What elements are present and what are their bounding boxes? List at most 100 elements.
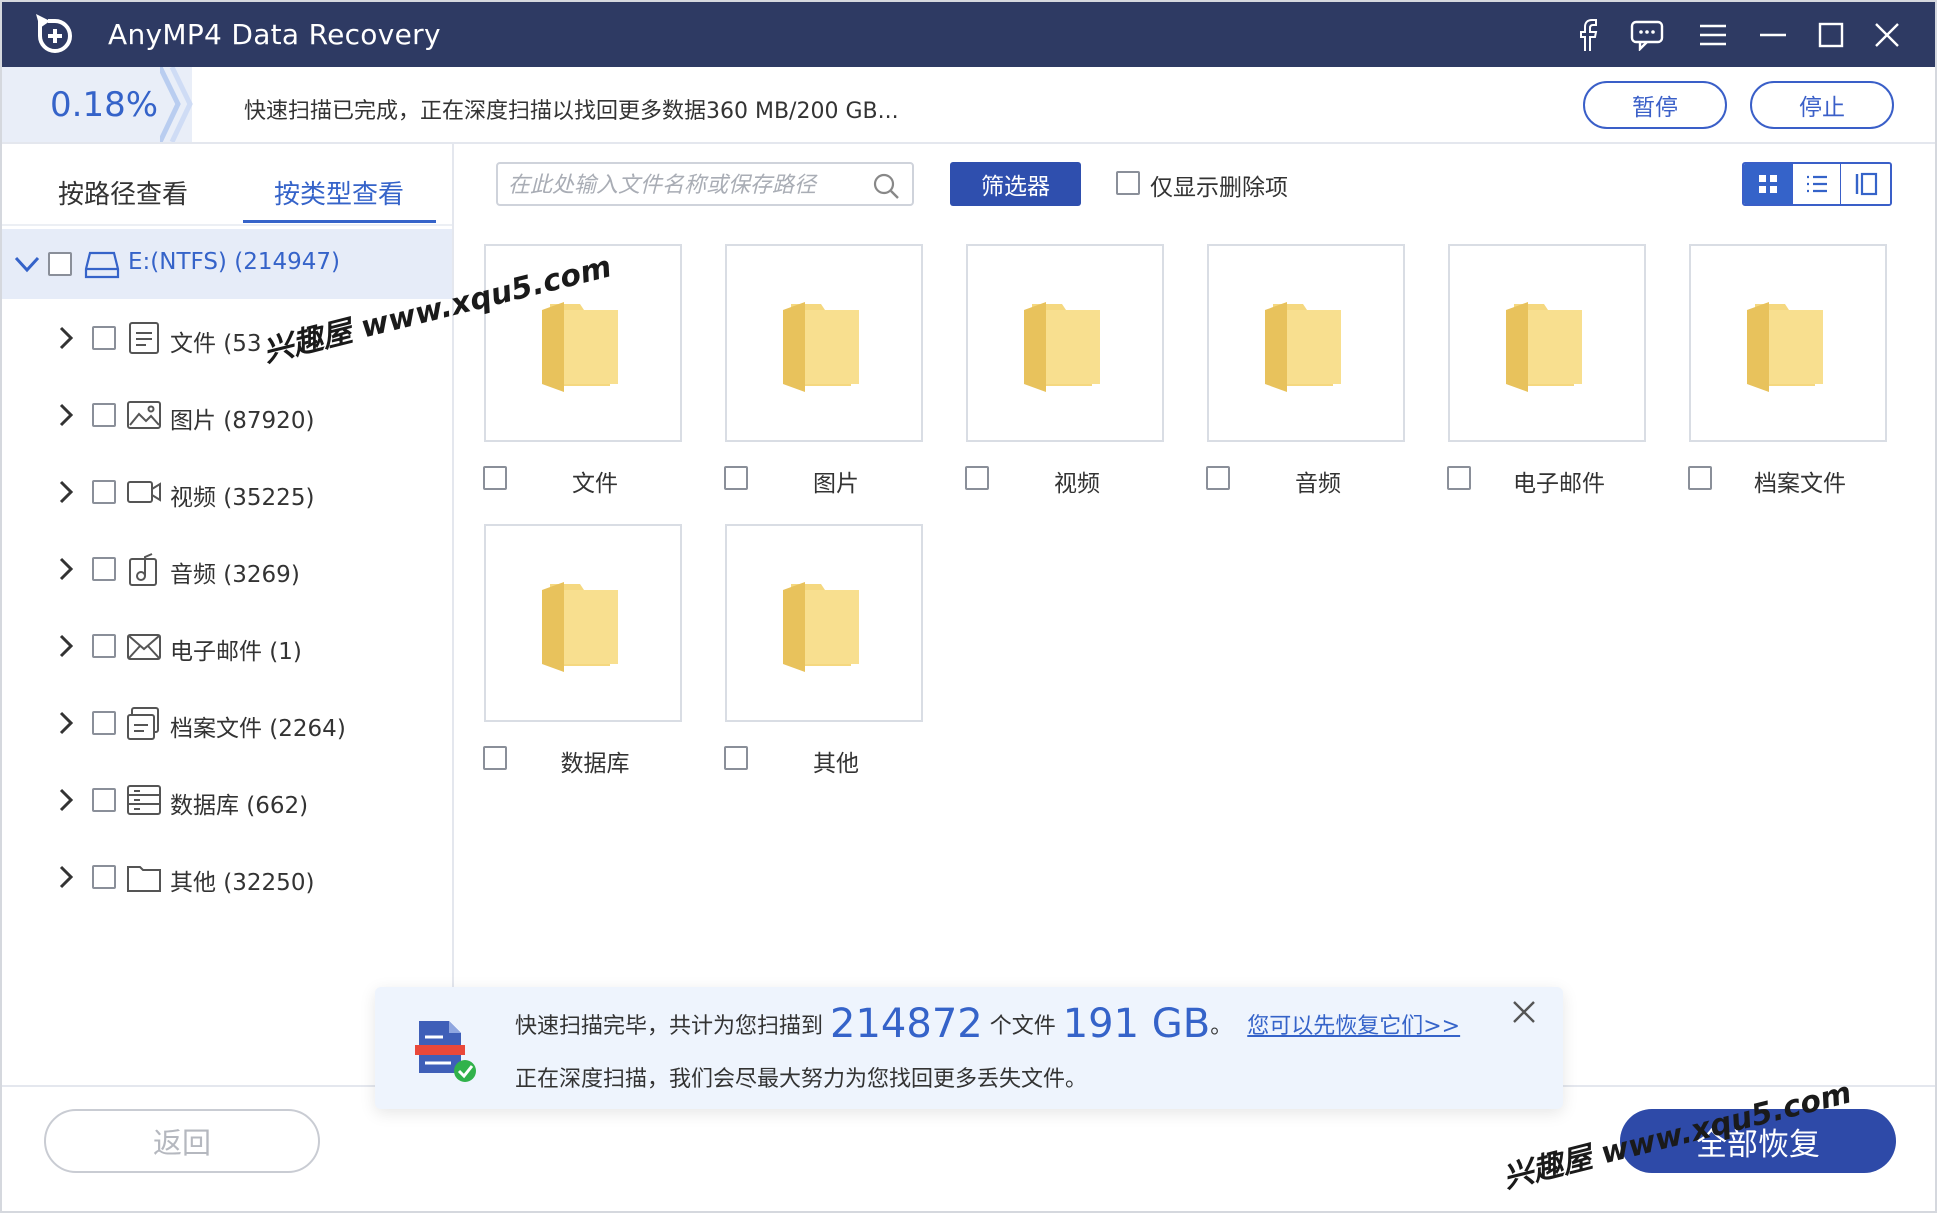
folder-card-archives[interactable]: [1689, 244, 1887, 442]
view-mode-switcher: [1742, 162, 1892, 206]
app-title: AnyMP4 Data Recovery: [108, 18, 441, 51]
folder-icon: [542, 302, 618, 392]
tree-item-email[interactable]: 电子邮件 (1): [2, 616, 452, 676]
folder-checkbox[interactable]: [483, 466, 507, 490]
menu-icon[interactable]: [1694, 16, 1732, 54]
drive-label: E:(NTFS) (214947): [128, 249, 340, 275]
tree-item-database[interactable]: 数据库 (662): [2, 770, 452, 830]
folder-checkbox[interactable]: [1206, 466, 1230, 490]
tree-label: 档案文件 (2264): [170, 716, 346, 742]
document-icon: [129, 322, 159, 354]
chevron-right-icon[interactable]: [56, 711, 76, 735]
feedback-icon[interactable]: [1628, 16, 1666, 54]
drive-row[interactable]: E:(NTFS) (214947): [2, 229, 452, 299]
folder-checkbox[interactable]: [1447, 466, 1471, 490]
facebook-icon[interactable]: [1568, 16, 1606, 54]
folder-checkbox[interactable]: [1688, 466, 1712, 490]
deleted-only-checkbox[interactable]: [1116, 171, 1140, 195]
notice-summary: 快速扫描完毕，共计为您扫描到 214872 个文件 191 GB。 您可以先恢复…: [515, 1001, 1460, 1047]
tree-checkbox[interactable]: [92, 480, 116, 504]
video-icon: [127, 481, 161, 503]
folder-label: 音频: [1295, 471, 1341, 497]
chevron-right-icon[interactable]: [56, 326, 76, 350]
search-input[interactable]: [508, 170, 858, 200]
chevron-right-icon[interactable]: [56, 865, 76, 889]
notice-text-prefix: 快速扫描完毕，共计为您扫描到: [515, 1014, 824, 1039]
folder-checkbox[interactable]: [724, 746, 748, 770]
tree-label: 数据库 (662): [170, 793, 309, 819]
folder-checkbox[interactable]: [483, 746, 507, 770]
folder-checkbox[interactable]: [724, 466, 748, 490]
audio-icon: [129, 553, 157, 586]
tree-item-audio[interactable]: 音频 (3269): [2, 539, 452, 599]
filter-button[interactable]: 筛选器: [950, 162, 1081, 206]
tree-checkbox[interactable]: [92, 403, 116, 427]
scan-status-text: 快速扫描已完成，正在深度扫描以找回更多数据360 MB/200 GB...: [244, 99, 899, 124]
close-icon[interactable]: [1868, 16, 1906, 54]
folder-card-other[interactable]: [725, 524, 923, 722]
notice-text-period: 。: [1210, 1014, 1233, 1039]
tree-checkbox[interactable]: [92, 788, 116, 812]
chevron-right-icon[interactable]: [56, 634, 76, 658]
notice-deep-scan-text: 正在深度扫描，我们会尽最大努力为您找回更多丢失文件。: [515, 1067, 1088, 1092]
drive-checkbox[interactable]: [48, 252, 72, 276]
tree-checkbox[interactable]: [92, 634, 116, 658]
scan-report-icon: [415, 1021, 476, 1082]
archive-icon: [127, 707, 159, 740]
notice-text-files: 个文件: [989, 1014, 1056, 1039]
folder-icon: [783, 582, 859, 672]
tree-checkbox[interactable]: [92, 557, 116, 581]
folder-card-videos[interactable]: [966, 244, 1164, 442]
title-bar: AnyMP4 Data Recovery: [2, 2, 1935, 67]
chevron-down-icon[interactable]: [14, 255, 40, 273]
email-icon: [127, 634, 161, 660]
tree-item-videos[interactable]: 视频 (35225): [2, 462, 452, 522]
tree-item-archives[interactable]: 档案文件 (2264): [2, 693, 452, 753]
chevron-right-icon[interactable]: [56, 557, 76, 581]
deleted-only-label: 仅显示删除项: [1150, 175, 1288, 201]
folder-card-audio[interactable]: [1207, 244, 1405, 442]
tree-item-images[interactable]: 图片 (87920): [2, 385, 452, 445]
tree-checkbox[interactable]: [92, 711, 116, 735]
list-view-button[interactable]: [1792, 164, 1842, 204]
close-icon[interactable]: [1509, 997, 1539, 1027]
detail-view-button[interactable]: [1841, 164, 1890, 204]
recover-now-link[interactable]: 您可以先恢复它们>>: [1247, 1014, 1460, 1039]
progress-chevron-icon: [160, 67, 193, 142]
folder-card-images[interactable]: [725, 244, 923, 442]
tab-by-path[interactable]: 按路径查看: [58, 174, 188, 211]
stop-button[interactable]: 停止: [1750, 81, 1894, 129]
folder-icon: [127, 866, 161, 892]
folder-icon: [1024, 302, 1100, 392]
folder-icon: [783, 302, 859, 392]
tree-label: 其他 (32250): [170, 870, 315, 896]
pause-button[interactable]: 暂停: [1583, 81, 1727, 129]
folder-label: 数据库: [560, 751, 630, 777]
folder-label: 电子邮件: [1513, 471, 1605, 497]
tree-label: 视频 (35225): [170, 485, 315, 511]
back-button[interactable]: 返回: [44, 1109, 320, 1173]
search-icon[interactable]: [872, 172, 900, 200]
folder-icon: [1747, 302, 1823, 392]
chevron-right-icon[interactable]: [56, 480, 76, 504]
sidebar: 按路径查看 按类型查看 E:(NTFS) (214947) 文件 (53 图片 …: [2, 144, 454, 1084]
folder-card-email[interactable]: [1448, 244, 1646, 442]
chevron-right-icon[interactable]: [56, 788, 76, 812]
tree-item-other[interactable]: 其他 (32250): [2, 847, 452, 907]
maximize-icon[interactable]: [1812, 16, 1850, 54]
tree-checkbox[interactable]: [92, 865, 116, 889]
tree-label: 文件 (53: [170, 331, 262, 357]
folder-checkbox[interactable]: [965, 466, 989, 490]
tab-divider: [2, 224, 452, 226]
found-size: 191 GB: [1062, 1001, 1211, 1047]
search-box: [496, 162, 914, 206]
folder-icon: [1265, 302, 1341, 392]
minimize-icon[interactable]: [1754, 16, 1792, 54]
chevron-right-icon[interactable]: [56, 403, 76, 427]
tree-checkbox[interactable]: [92, 326, 116, 350]
tab-by-type[interactable]: 按类型查看: [274, 174, 404, 211]
folder-card-database[interactable]: [484, 524, 682, 722]
grid-view-button[interactable]: [1744, 164, 1793, 204]
list-view-icon: [1806, 175, 1827, 193]
folder-icon: [542, 582, 618, 672]
